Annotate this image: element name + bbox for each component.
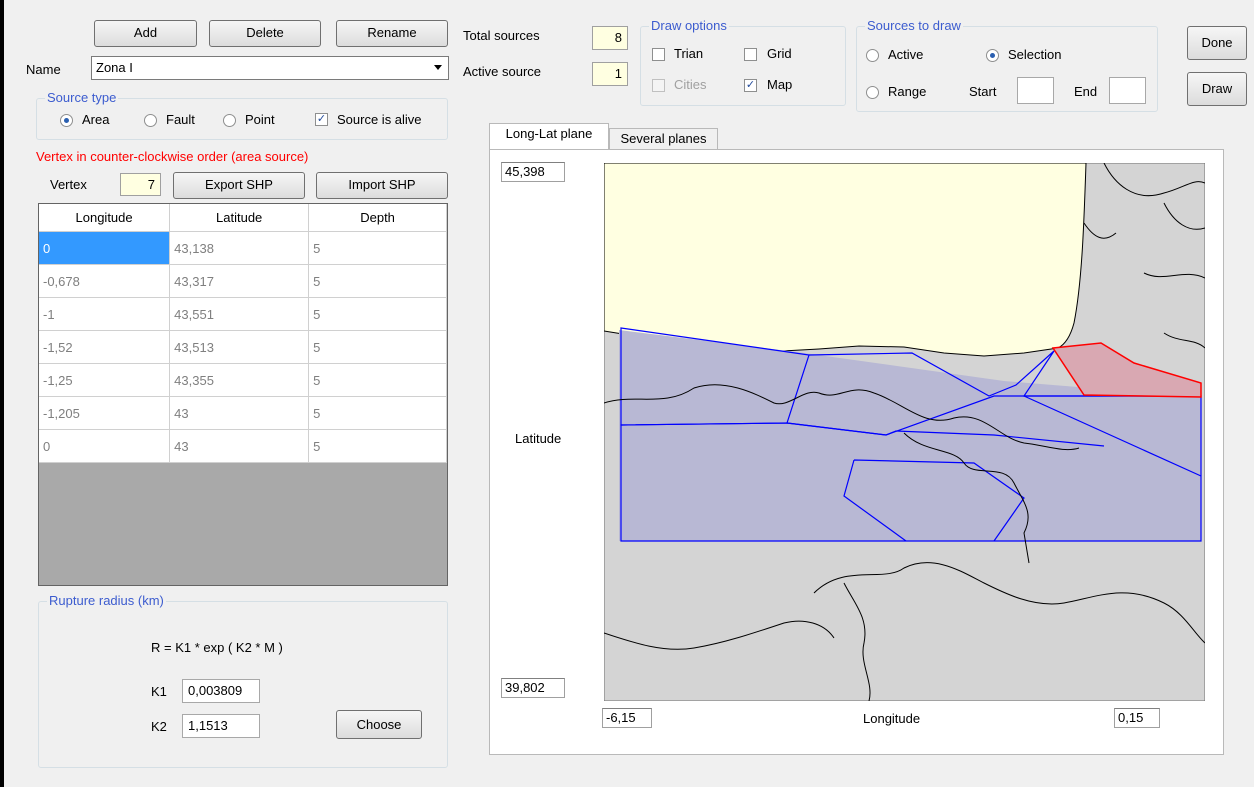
table-cell[interactable]: 5 [308,396,447,430]
active-radio[interactable] [866,49,879,62]
y-axis-label: Latitude [515,431,562,446]
range-radio-label: Range [888,84,927,99]
point-label: Point [245,112,275,127]
chevron-down-icon[interactable] [434,65,442,70]
table-cell[interactable]: -1,52 [39,330,171,364]
sea-area [604,163,1087,357]
tab-several-planes[interactable]: Several planes [609,128,718,151]
active-source-value: 1 [592,62,628,86]
start-input[interactable] [1017,77,1054,104]
lon-max-label: 0,15 [1114,708,1160,728]
fault-label: Fault [166,112,195,127]
table-cell[interactable]: 43 [169,396,310,430]
table-cell[interactable]: 5 [308,363,447,397]
point-radio[interactable] [223,114,236,127]
table-cell[interactable]: 43,551 [169,297,310,331]
active-radio-label: Active [888,47,924,62]
table-cell[interactable]: -1,205 [39,396,171,430]
delete-button[interactable]: Delete [209,20,321,47]
x-axis-label: Longitude [863,711,921,726]
rupture-radius-title: Rupture radius (km) [47,593,166,609]
table-cell[interactable]: 0 [39,429,171,463]
range-radio[interactable] [866,86,879,99]
source-alive-label: Source is alive [337,112,422,127]
k2-label: K2 [151,719,167,734]
name-value: Zona I [96,60,133,75]
table-row[interactable]: -1 43,551 5 [39,297,447,331]
name-label: Name [26,62,61,77]
grid-label: Grid [767,46,792,61]
table-cell[interactable]: -0,678 [39,264,171,298]
table-cell[interactable]: 43,317 [169,264,310,298]
table-row[interactable]: -1,52 43,513 5 [39,330,447,364]
name-combobox[interactable]: Zona I [91,56,449,80]
lon-min-label: -6,15 [602,708,652,728]
area-label: Area [82,112,110,127]
table-cell[interactable]: 43,138 [169,231,310,265]
draw-button[interactable]: Draw [1187,72,1247,106]
column-header-depth[interactable]: Depth [308,204,447,232]
draw-options-title: Draw options [649,18,729,34]
source-alive-checkbox[interactable]: ✓ [315,113,328,126]
trian-label: Trian [674,46,704,61]
sources-to-draw-title: Sources to draw [865,18,963,34]
table-cell[interactable]: 5 [308,429,447,463]
draw-options-group: Draw options [640,18,846,106]
source-type-title: Source type [45,90,119,106]
fault-radio[interactable] [144,114,157,127]
table-cell[interactable]: 5 [308,330,447,364]
table-row[interactable]: -1,25 43,355 5 [39,363,447,397]
k2-input[interactable]: 1,1513 [182,714,260,738]
table-row[interactable]: 0 43,138 5 [39,231,447,265]
vertex-count: 7 [120,173,161,196]
main-window: Add Delete Rename Name Zona I Source typ… [0,0,1254,787]
map-canvas[interactable] [604,163,1205,701]
done-button[interactable]: Done [1187,26,1247,60]
start-label: Start [969,84,997,99]
export-shp-button[interactable]: Export SHP [173,172,305,199]
table-cell[interactable]: -1 [39,297,171,331]
import-shp-button[interactable]: Import SHP [316,172,448,199]
table-cell[interactable]: 5 [308,264,447,298]
add-button[interactable]: Add [94,20,197,47]
end-input[interactable] [1109,77,1146,104]
rename-button[interactable]: Rename [336,20,448,47]
total-sources-label: Total sources [463,28,540,43]
table-cell[interactable]: -1,25 [39,363,171,397]
table-row[interactable]: 0 43 5 [39,429,447,463]
cities-checkbox[interactable] [652,79,665,92]
selection-radio[interactable] [986,49,999,62]
map-label: Map [767,77,793,92]
vertex-order-note: Vertex in counter-clockwise order (area … [36,149,309,164]
lat-min-label: 39,802 [501,678,565,698]
table-row[interactable]: -1,205 43 5 [39,396,447,430]
trian-checkbox[interactable] [652,48,665,61]
table-cell[interactable]: 5 [308,231,447,265]
table-cell[interactable]: 43 [169,429,310,463]
table-row[interactable]: -0,678 43,317 5 [39,264,447,298]
table-cell[interactable]: 5 [308,297,447,331]
total-sources-value: 8 [592,26,628,50]
k1-input[interactable]: 0,003809 [182,679,260,703]
column-header-longitude[interactable]: Longitude [39,204,171,232]
vertex-label: Vertex [50,177,87,192]
table-cell[interactable]: 43,355 [169,363,310,397]
area-radio[interactable] [60,114,73,127]
table-cell[interactable]: 0 [39,231,171,265]
grid-checkbox[interactable] [744,48,757,61]
vertex-table: Longitude Latitude Depth 0 43,138 5 -0,6… [39,204,447,463]
tab-long-lat-plane[interactable]: Long-Lat plane [489,123,609,149]
column-header-latitude[interactable]: Latitude [169,204,310,232]
end-label: End [1074,84,1098,99]
table-cell[interactable]: 43,513 [169,330,310,364]
table-header-row: Longitude Latitude Depth [39,204,447,232]
rupture-formula: R = K1 * exp ( K2 * M ) [151,640,283,655]
k1-label: K1 [151,684,167,699]
cities-label: Cities [674,77,707,92]
choose-button[interactable]: Choose [336,710,422,739]
lat-max-label: 45,398 [501,162,565,182]
selection-radio-label: Selection [1008,47,1062,62]
map-checkbox[interactable]: ✓ [744,79,757,92]
active-source-label: Active source [463,64,542,79]
